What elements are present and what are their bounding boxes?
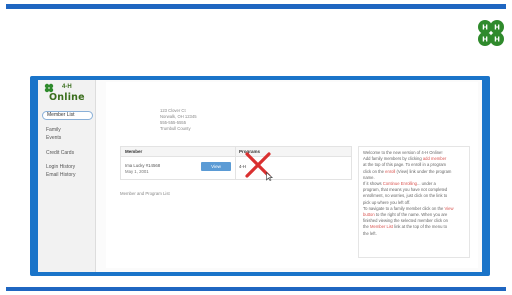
info-text: (View) link under the program xyxy=(395,168,452,174)
sidebar-item-email-history[interactable]: Email History xyxy=(46,172,75,178)
info-text: Add family members by clicking xyxy=(363,156,423,162)
member-name: Ima Lucky #14568 xyxy=(125,163,161,168)
member-panel-header xyxy=(121,147,351,157)
app-screen: 4-H Online Member List Family Events Cre… xyxy=(38,80,482,272)
mouse-pointer-icon xyxy=(266,172,273,181)
4h-clover-logo-icon: HH HH xyxy=(478,20,504,46)
member-program-list-link[interactable]: Member and Program List xyxy=(120,191,170,196)
top-accent-bar xyxy=(6,4,506,9)
member-list-highlight: Member List xyxy=(370,224,394,230)
info-text: link at the top of the menu to xyxy=(393,224,448,230)
member-panel: Member Programs Ima Lucky #14568 May 1, … xyxy=(120,146,352,181)
view-highlight: View xyxy=(444,205,454,211)
view-member-button[interactable]: View xyxy=(201,162,231,171)
sidebar-item-login-history[interactable]: Login History xyxy=(46,164,75,170)
column-divider xyxy=(235,147,236,179)
address-line-county: Trumbull County xyxy=(160,126,191,131)
svg-text:H: H xyxy=(494,24,500,32)
sidebar-item-family[interactable]: Family xyxy=(46,127,61,133)
button-highlight: button xyxy=(363,212,375,218)
svg-text:H: H xyxy=(494,36,500,44)
address-line-street: 123 Clover Ct xyxy=(160,108,186,113)
app-logo[interactable]: 4-H Online xyxy=(42,82,94,106)
sidebar: 4-H Online Member List Family Events Cre… xyxy=(38,80,96,272)
info-text: click on the xyxy=(363,168,386,174)
info-text: the xyxy=(363,224,370,230)
sidebar-item-credit-cards[interactable]: Credit Cards xyxy=(46,150,74,156)
continue-enrolling-highlight: Continue Enrolling xyxy=(382,181,418,187)
svg-text:H: H xyxy=(482,24,488,32)
info-line: click on the enroll (View) link under th… xyxy=(363,169,465,175)
svg-text:H: H xyxy=(482,36,488,44)
logo-product: Online xyxy=(49,92,85,103)
sidebar-item-member-list[interactable]: Member List xyxy=(42,111,93,120)
info-text: ... under a xyxy=(417,181,436,187)
help-info-panel: Welcome to the new version of 4-H Online… xyxy=(358,146,470,258)
add-member-highlight: add member xyxy=(422,156,447,162)
info-line: the left. xyxy=(363,230,377,236)
address-line-city: Norwalk, OH 12345 xyxy=(160,114,197,119)
address-line-phone: 555-555-5555 xyxy=(160,120,187,125)
column-header-member: Member xyxy=(125,149,143,154)
logo-brand: 4-H xyxy=(62,84,72,90)
bottom-accent-bar xyxy=(6,287,506,291)
member-birthdate: May 1, 2001 xyxy=(125,169,149,174)
enroll-highlight: enroll xyxy=(385,168,396,174)
info-text: To navigate to a family member click on … xyxy=(363,205,445,211)
sidebar-item-events[interactable]: Events xyxy=(46,135,61,141)
info-text: to the right of the name. When you are xyxy=(374,212,448,218)
info-text: If it shows xyxy=(363,181,383,187)
